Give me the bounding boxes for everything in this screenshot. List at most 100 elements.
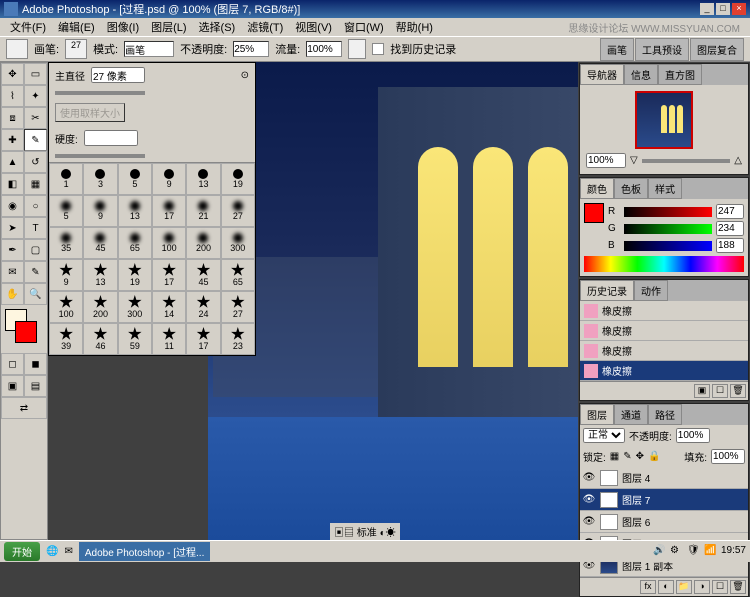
screen-mode-icons-2[interactable]: ◐☀: [380, 528, 396, 539]
tab-color[interactable]: 颜色: [580, 178, 614, 199]
lock-paint-icon[interactable]: ✎: [623, 451, 631, 462]
brush-preset[interactable]: 23: [221, 323, 255, 355]
tool-path[interactable]: ➤: [1, 217, 24, 239]
jump-imageready[interactable]: ⇄: [1, 397, 47, 419]
tool-brush[interactable]: ✎: [24, 129, 47, 151]
tray-icon[interactable]: 🔊: [653, 545, 667, 559]
menu-view[interactable]: 视图(V): [289, 17, 338, 37]
tool-move[interactable]: ✥: [1, 63, 24, 85]
quicklaunch-icon[interactable]: ✉: [64, 546, 72, 557]
start-button[interactable]: 开始: [4, 542, 40, 561]
layer-delete-icon[interactable]: 🗑: [730, 580, 746, 594]
zoom-out-icon[interactable]: ▽: [630, 155, 638, 166]
brush-preset[interactable]: 13: [186, 163, 220, 195]
brush-preset[interactable]: 45: [186, 259, 220, 291]
tray-icon[interactable]: 📶: [704, 545, 718, 559]
menu-image[interactable]: 图像(I): [101, 17, 145, 37]
tool-gradient[interactable]: ▦: [24, 173, 47, 195]
brush-preset[interactable]: 9: [83, 195, 117, 227]
r-input[interactable]: [716, 204, 744, 219]
hardness-input[interactable]: [84, 130, 138, 146]
tool-history-brush[interactable]: ↺: [24, 151, 47, 173]
brush-preview[interactable]: 27: [65, 39, 87, 59]
layer-folder-icon[interactable]: 📁: [676, 580, 692, 594]
layer-mask-icon[interactable]: ◐: [658, 580, 674, 594]
brush-preset[interactable]: 100: [152, 227, 186, 259]
close-button[interactable]: ×: [732, 3, 746, 15]
brush-preset[interactable]: 17: [152, 195, 186, 227]
tool-blur[interactable]: ◉: [1, 195, 24, 217]
zoom-in-icon[interactable]: △: [734, 155, 742, 166]
layer-opacity-input[interactable]: [676, 428, 710, 443]
tool-notes[interactable]: ✉: [1, 261, 24, 283]
tool-preset-icon[interactable]: [6, 39, 28, 59]
diameter-slider[interactable]: [55, 91, 145, 95]
blend-mode-select[interactable]: 正常: [583, 428, 625, 443]
history-item[interactable]: 橡皮擦: [580, 321, 748, 341]
lock-trans-icon[interactable]: ▦: [610, 451, 619, 462]
tab-channels[interactable]: 通道: [614, 404, 648, 425]
brush-preset[interactable]: 100: [49, 291, 83, 323]
menu-filter[interactable]: 滤镜(T): [241, 17, 289, 37]
menu-file[interactable]: 文件(F): [4, 17, 52, 37]
brush-preset[interactable]: 5: [49, 195, 83, 227]
g-slider[interactable]: [624, 224, 712, 234]
tool-heal[interactable]: ✚: [1, 129, 24, 151]
tab-actions[interactable]: 动作: [634, 280, 668, 301]
tab-tool-presets[interactable]: 工具预设: [635, 38, 689, 61]
brush-preset[interactable]: 17: [186, 323, 220, 355]
brush-preset[interactable]: 17: [152, 259, 186, 291]
zoom-input[interactable]: [586, 153, 626, 168]
brush-preset[interactable]: 19: [221, 163, 255, 195]
tab-layers[interactable]: 图层: [580, 404, 614, 425]
brush-preset[interactable]: 200: [186, 227, 220, 259]
history-item[interactable]: 橡皮擦: [580, 341, 748, 361]
history-new-icon[interactable]: ☐: [712, 384, 728, 398]
hardness-slider[interactable]: [55, 154, 145, 158]
history-checkbox[interactable]: [372, 43, 384, 55]
history-delete-icon[interactable]: 🗑: [730, 384, 746, 398]
tool-lasso[interactable]: ⌇: [1, 85, 24, 107]
brush-preset[interactable]: 59: [118, 323, 152, 355]
brush-preset[interactable]: 21: [186, 195, 220, 227]
menu-edit[interactable]: 编辑(E): [52, 17, 101, 37]
brush-preset[interactable]: 200: [83, 291, 117, 323]
brush-preset[interactable]: 3: [83, 163, 117, 195]
brush-preset[interactable]: 35: [49, 227, 83, 259]
tab-paths[interactable]: 路径: [648, 404, 682, 425]
taskbar-item[interactable]: Adobe Photoshop - [过程...: [79, 542, 211, 561]
brush-preset[interactable]: 46: [83, 323, 117, 355]
history-snapshot-icon[interactable]: ▣: [694, 384, 710, 398]
menu-layer[interactable]: 图层(L): [145, 17, 192, 37]
brush-preset[interactable]: 45: [83, 227, 117, 259]
tool-type[interactable]: T: [24, 217, 47, 239]
tab-swatches[interactable]: 色板: [614, 178, 648, 199]
brush-preset[interactable]: 13: [118, 195, 152, 227]
brush-preset[interactable]: 9: [49, 259, 83, 291]
tab-histogram[interactable]: 直方图: [658, 64, 702, 85]
tool-zoom[interactable]: 🔍: [24, 283, 47, 305]
brush-preset[interactable]: 27: [221, 291, 255, 323]
tool-wand[interactable]: ✦: [24, 85, 47, 107]
navigator-thumbnail[interactable]: [635, 91, 693, 149]
layer-thumbnail[interactable]: [600, 470, 618, 486]
opacity-input[interactable]: [233, 41, 269, 57]
tool-hand[interactable]: ✋: [1, 283, 24, 305]
quickmask-on[interactable]: ◼: [24, 353, 47, 375]
panel-menu-icon[interactable]: ⊙: [241, 70, 249, 81]
lock-move-icon[interactable]: ✥: [636, 451, 644, 462]
brush-preset[interactable]: 14: [152, 291, 186, 323]
tab-brushes[interactable]: 画笔: [600, 38, 634, 61]
minimize-button[interactable]: _: [700, 3, 714, 15]
brush-preset[interactable]: 11: [152, 323, 186, 355]
brush-preset[interactable]: 5: [118, 163, 152, 195]
zoom-slider[interactable]: [642, 159, 731, 163]
menu-help[interactable]: 帮助(H): [390, 17, 439, 37]
menu-window[interactable]: 窗口(W): [338, 17, 390, 37]
tool-pen[interactable]: ✒: [1, 239, 24, 261]
screen-standard[interactable]: ▣: [1, 375, 24, 397]
screen-full-menu[interactable]: ▤: [24, 375, 47, 397]
quicklaunch-icon[interactable]: 🌐: [46, 546, 58, 557]
color-fg-swatch[interactable]: [584, 203, 604, 223]
r-slider[interactable]: [624, 207, 712, 217]
